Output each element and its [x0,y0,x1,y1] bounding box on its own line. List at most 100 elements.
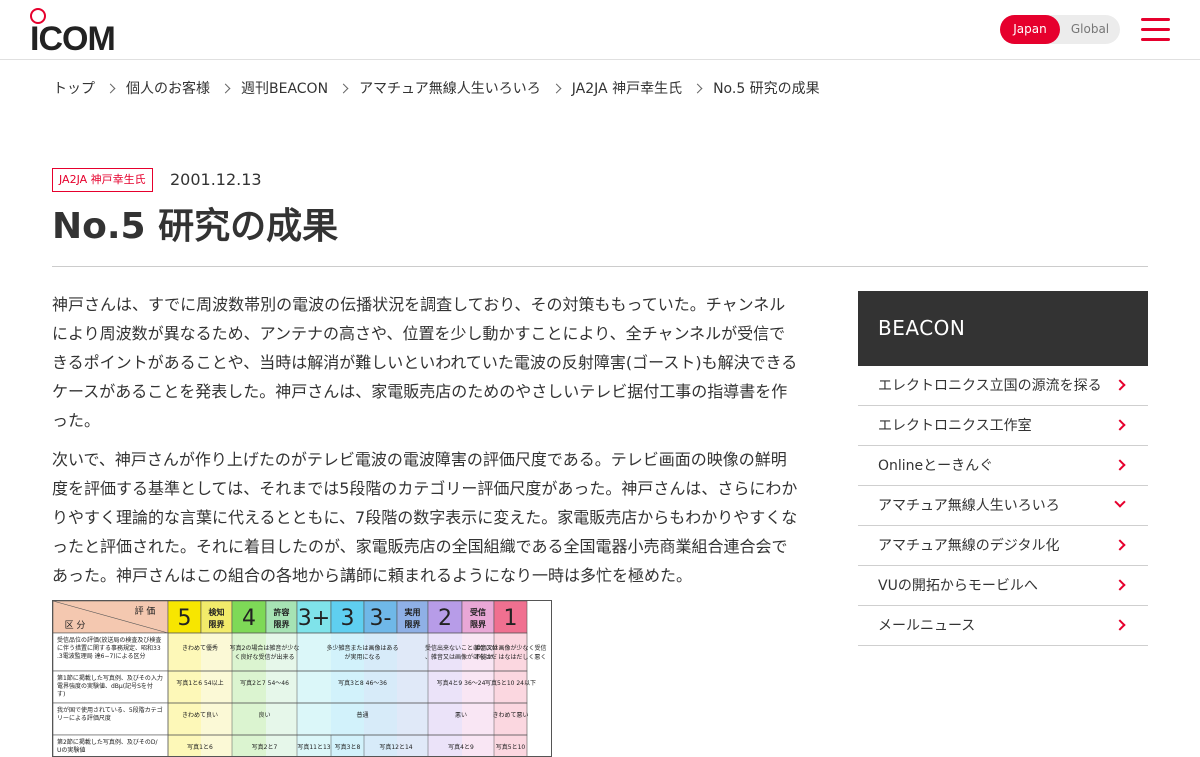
grade-threshold-label: 限界 [405,619,422,629]
sidebar-item-label: アマチュア無線人生いろいろ [878,498,1060,514]
chevron-right-icon [1114,459,1126,471]
grade-threshold-label: 検知 [209,607,225,617]
sidebar-item-online-talking[interactable]: Onlineとーきんぐ [858,446,1148,486]
chevron-right-icon [551,83,562,93]
row-cell-text: 写真5と10 [496,743,526,751]
chevron-right-icon [692,83,703,93]
grade-threshold-label: 限界 [209,619,226,629]
grade-threshold-label: 実用 [405,607,421,617]
row-cell-text: 不能か、はなはだしく悪く [475,653,547,661]
row-cell-text: 写真12と14 [379,743,412,751]
row-cell-text: 写真3と8 46〜36 [338,679,387,687]
row-cell-text: 写真1と6 54以上 [176,679,223,687]
chevron-right-icon [1114,419,1126,431]
article-paragraph: 神戸さんは、すでに周波数帯別の電波の伝播状況を調査しており、その対策ももっていた… [52,295,798,430]
row-cell-text: く良好な受信が出来る [234,653,294,661]
grade-threshold-label: 受信 [470,607,486,617]
breadcrumb-item-personal[interactable]: 個人のお客様 [126,78,210,98]
grade-number-label: 3 [341,606,355,631]
row-cell-text: 多少雑音または画像はある [326,644,398,652]
row-label-text: 電界強度の実験値、dBμ(記号Sを付 [57,682,153,690]
sidebar-item-label: Onlineとーきんぐ [878,458,994,474]
sidebar-item-electronics-workshop[interactable]: エレクトロニクス工作室 [858,406,1148,446]
sidebar-item-label: アマチュア無線のデジタル化 [878,538,1060,554]
title-divider [52,266,1148,267]
evaluation-scale-svg: 評 価区 分 5 検知限界 4 許容限界 3+ 3 3- 実用限界 2 受信限界 1 受信品位の評価(放… [53,601,547,756]
grade-number-label: 2 [438,606,452,631]
sidebar-item-label: エレクトロニクス工作室 [878,418,1032,434]
chevron-right-icon [1114,579,1126,591]
chevron-right-icon [1114,379,1126,391]
sidebar-item-mail-news[interactable]: メールニュース [858,606,1148,646]
row-cell-text: 写真5と10 24以下 [485,679,536,687]
row-cell-text: 写真2の場合は雑音が少な [230,644,300,652]
chevron-right-icon [105,83,116,93]
row-label-text: 第2節に掲載した写真例、及びそのD/ [57,738,158,746]
row-cell-text: 普通 [356,711,368,719]
row-label-text: に伴う措置に関する事務規定、昭和33 [57,644,161,652]
row-label-text: 我が国で使用されている、5段階カテゴ [57,706,163,714]
sidebar-item-label: VUの開拓からモービルへ [878,578,1038,594]
sidebar-item-electronics-origin[interactable]: エレクトロニクス立国の源流を探る [858,366,1148,406]
grade-threshold-label: 許容 [274,607,290,617]
row-label-text: 第1節に掲載した写真例、及びその入力 [57,674,163,682]
sidebar-item-amateur-radio-digital[interactable]: アマチュア無線のデジタル化 [858,526,1148,566]
evaluation-scale-table-image: 評 価区 分 5 検知 限界 4 許容 限界 3+ 3 3- 実用 限界 2 受信 限界 1 受信品位の評価(放… [52,600,552,757]
sidebar-item-label: メールニュース [878,618,976,634]
row-cell-text: きわめて良い [182,711,218,719]
breadcrumb: トップ 個人のお客様 週刊BEACON アマチュア無線人生いろいろ JA2JA … [53,78,820,98]
publish-date: 2001.12.13 [170,170,262,189]
row-label-text: す) [57,691,65,698]
row-cell-text: 写真4と9 36〜24 [437,679,486,687]
author-tag[interactable]: JA2JA 神戸幸生氏 [52,168,153,192]
sidebar-heading: BEACON [858,291,1148,366]
row-cell-text: 写真4と9 [448,743,474,751]
beacon-sidebar: BEACON エレクトロニクス立国の源流を探る エレクトロニクス工作室 Onli… [858,291,1148,646]
grade-threshold-label: 限界 [274,619,291,629]
row-cell-text: 写真2と7 54〜46 [240,679,289,687]
article-paragraph: 次いで、神戸さんが作り上げたのがテレビ電波の電波障害の評価尺度である。テレビ画面… [52,450,798,585]
article-body: 神戸さんは、すでに周波数帯別の電波の伝播状況を調査しており、その対策ももっていた… [52,290,800,600]
breadcrumb-item-beacon[interactable]: 週刊BEACON [241,78,328,98]
page-title: No.5 研究の成果 [52,206,339,247]
row-cell-text: きわめて悪い [492,712,528,719]
sidebar-item-vu-mobile[interactable]: VUの開拓からモービルへ [858,566,1148,606]
sidebar-item-label: エレクトロニクス立国の源流を探る [878,378,1102,394]
grade-column-tint [397,633,428,756]
row-cell-text: きわめて優秀 [182,644,218,652]
icom-logo[interactable]: ICOM [30,8,122,56]
grade-number-label: 4 [242,606,256,631]
breadcrumb-item-current: No.5 研究の成果 [713,81,820,97]
lang-japan-button[interactable]: Japan [1000,15,1060,44]
row-label-text: .3電波監理局 達6−7)による区分 [57,652,145,660]
grade-number-label: 3- [370,606,392,631]
row-label-text: 受信品位の評価(放送局の検査及び検査 [57,636,161,644]
row-cell-text: 写真1と6 [187,743,213,751]
chevron-right-icon [338,83,349,93]
logo-text: ICOM [30,20,116,58]
row-cell-text: 写真2と7 [252,743,278,751]
language-toggle[interactable]: Japan Global [1000,15,1120,44]
row-cell-text: 雑音又は画像が少なく受信 [474,644,546,652]
grade-number-label: 5 [178,606,192,631]
row-cell-text: が実用になる [344,653,380,661]
chevron-right-icon [1114,619,1126,631]
breadcrumb-item-author[interactable]: JA2JA 神戸幸生氏 [572,78,682,98]
chevron-down-icon [1114,496,1126,508]
row-cell-text: 写真3と8 [335,743,361,751]
row-cell-text: 悪い [455,712,467,719]
site-header: ICOM Japan Global [0,0,1200,60]
grade-number-label: 3+ [298,606,330,631]
sidebar-item-amateur-radio-life[interactable]: アマチュア無線人生いろいろ [858,486,1148,526]
breadcrumb-item-series[interactable]: アマチュア無線人生いろいろ [359,78,541,98]
table-corner-bottom-label: 区 分 [65,620,86,631]
row-cell-text: 良い [258,711,270,719]
chevron-right-icon [1114,539,1126,551]
grade-number-label: 1 [504,606,518,631]
row-cell-text: 写真11と13 [297,743,330,751]
chevron-right-icon [220,83,231,93]
menu-icon[interactable] [1141,16,1170,44]
breadcrumb-item-top[interactable]: トップ [53,78,95,98]
row-label-text: リーによる評価尺度 [57,714,111,722]
lang-global-button[interactable]: Global [1060,15,1120,44]
